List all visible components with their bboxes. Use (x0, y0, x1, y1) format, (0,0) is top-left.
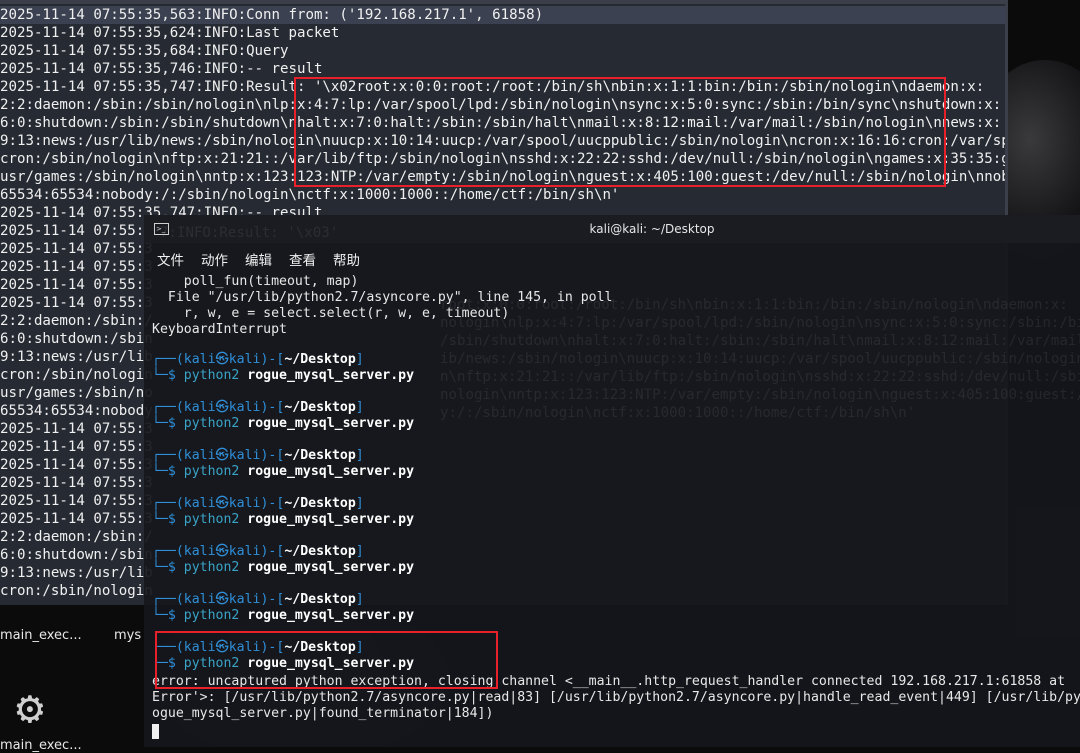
log-window-top-edge (0, 0, 1008, 4)
log-line: 65534:65534:nobody:/:/sbin/nologin\nctf:… (0, 187, 620, 203)
menu-actions[interactable]: 动作 (201, 249, 228, 269)
menu-help[interactable]: 帮助 (333, 249, 360, 269)
command-line: └─$ python2 rogue_mysql_server.py (152, 560, 415, 575)
desktop-icon-label[interactable]: main_exec... (0, 628, 82, 643)
traceback-line: poll_fun(timeout, map) (152, 274, 359, 289)
log-line: 2025-11-14 07:55:3 (0, 223, 153, 239)
ghost-text-line: n\nftp:x:21:21::/var/lib/ftp:/sbin/nolog… (440, 369, 1080, 385)
ghost-text-line: nologin\nlp:x:4:7:lp:/var/spool/lpd:/sbi… (440, 315, 1080, 331)
error-line: Error'>: [/usr/lib/python2.7/asyncore.py… (152, 690, 1080, 705)
log-line: 2025-11-14 07:55:3 (0, 511, 153, 527)
log-line: 2:2:daemon:/sbin:/ (0, 313, 153, 329)
log-line: 2:2:daemon:/sbin:/ (0, 529, 153, 545)
prompt-header: ┌──(kali㉿kali)-[~/Desktop] (152, 400, 364, 415)
log-line: 6:0:shutdown:/sbin (0, 547, 153, 563)
error-line: ogue_mysql_server.py|found_terminator|18… (152, 706, 494, 721)
log-line: cron:/sbin/nologin (0, 367, 153, 383)
prompt-header: ┌──(kali㉿kali)-[~/Desktop] (152, 496, 364, 511)
menu-file[interactable]: 文件 (157, 249, 184, 269)
command-line: └─$ python2 rogue_mysql_server.py (152, 416, 415, 431)
traceback-line: KeyboardInterrupt (152, 322, 287, 337)
menu-edit[interactable]: 编辑 (245, 249, 272, 269)
log-line: 6:0:shutdown:/sbin (0, 331, 153, 347)
desktop-icon-label[interactable]: main_exec... (0, 738, 82, 753)
command-line: └─$ python2 rogue_mysql_server.py (152, 368, 415, 383)
log-line: 2025-11-14 07:55:3 (0, 475, 153, 491)
ghost-text-line: 7:INFO:Result: '\x03' (160, 225, 339, 241)
log-line: 2025-11-14 07:55:3 (0, 241, 153, 257)
log-line: 9:13:news:/usr/lib (0, 565, 153, 581)
log-line: cron:/sbin/nologin (0, 583, 153, 599)
traceback-line: File "/usr/lib/python2.7/asyncore.py", l… (152, 290, 613, 305)
ghost-text-line: ib/news:/sbin/nologin\nuucp:x:10:14:uucp… (440, 351, 1080, 367)
gear-icon[interactable]: ⚙ (16, 684, 44, 730)
traceback-line: r, w, e = select.select(r, w, e, timeout… (152, 306, 510, 321)
log-line: 9:13:news:/usr/lib (0, 349, 153, 365)
log-line: 2025-11-14 07:55:3 (0, 493, 153, 509)
command-line: └─$ python2 rogue_mysql_server.py (152, 608, 415, 623)
log-line: 65534:65534:nobody (0, 403, 153, 419)
desktop-icon-label[interactable]: mys (114, 628, 141, 643)
log-line: 2025-11-14 07:55:35,563:INFO:Conn from: … (0, 6, 1006, 24)
menu-view[interactable]: 查看 (289, 249, 316, 269)
log-line: 2025-11-14 07:55:3 (0, 295, 153, 311)
ghost-text-line: /sbin/shutdown\nhalt:x:7:0:halt:/sbin:/s… (440, 333, 1080, 349)
ghost-text-line: y:/:/sbin/nologin\nctf:x:1000:1000::/hom… (440, 405, 916, 421)
prompt-header: ┌──(kali㉿kali)-[~/Desktop] (152, 544, 364, 559)
log-line: 2025-11-14 07:55:3 (0, 421, 153, 437)
command-line: └─$ python2 rogue_mysql_server.py (152, 464, 415, 479)
highlight-box-command (155, 631, 498, 689)
terminal-menubar: 文件 动作 编辑 查看 帮助 (144, 243, 1080, 269)
prompt-header: ┌──(kali㉿kali)-[~/Desktop] (152, 448, 364, 463)
log-line: 2025-11-14 07:55:35,746:INFO:-- result (0, 61, 323, 77)
log-line: usr/games:/sbin/no (0, 385, 153, 401)
log-line: 2025-11-14 07:55:3 (0, 277, 153, 293)
ghost-text-line: nologin\nntp:x:123:123:NTP:/var/empty:/s… (440, 387, 1080, 403)
log-line: 2025-11-14 07:55:3 (0, 439, 153, 455)
log-line: 2025-11-14 07:55:35,684:INFO:Query (0, 43, 289, 59)
text-cursor (152, 724, 159, 739)
prompt-header: ┌──(kali㉿kali)-[~/Desktop] (152, 592, 364, 607)
log-line: 2025-11-14 07:55:35,624:INFO:Last packet (0, 25, 340, 41)
log-line: 2025-11-14 07:55:3 (0, 457, 153, 473)
prompt-header: ┌──(kali㉿kali)-[~/Desktop] (152, 352, 364, 367)
log-line: 2025-11-14 07:55:3 (0, 259, 153, 275)
highlight-box-result (294, 77, 946, 187)
command-line: └─$ python2 rogue_mysql_server.py (152, 512, 415, 527)
